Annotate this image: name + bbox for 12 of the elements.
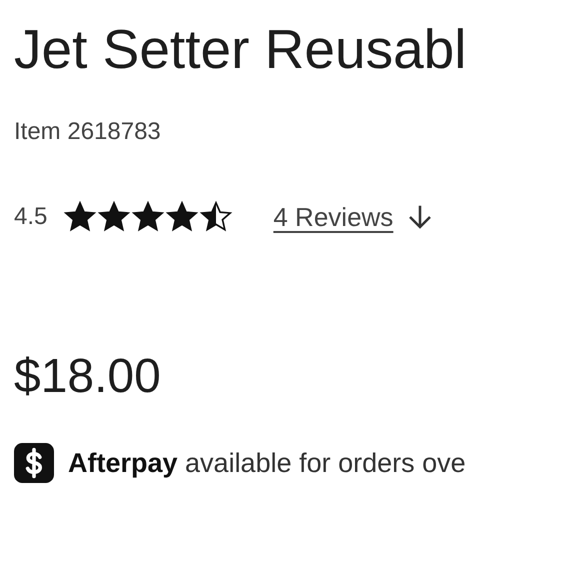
star-icon xyxy=(165,200,200,234)
item-number: Item 2618783 xyxy=(14,118,161,146)
star-icon xyxy=(97,200,132,234)
afterpay-note: Afterpay available for orders ove xyxy=(68,448,466,478)
reviews-link[interactable]: 4 Reviews xyxy=(273,202,394,232)
price: $18.00 xyxy=(14,349,161,405)
star-icon xyxy=(63,200,98,234)
rating-value: 4.5 xyxy=(14,203,48,231)
star-icon xyxy=(131,200,166,234)
product-title: Jet Setter Reusabl xyxy=(14,17,466,82)
star-icon xyxy=(199,200,234,234)
dollar-icon xyxy=(14,443,54,483)
